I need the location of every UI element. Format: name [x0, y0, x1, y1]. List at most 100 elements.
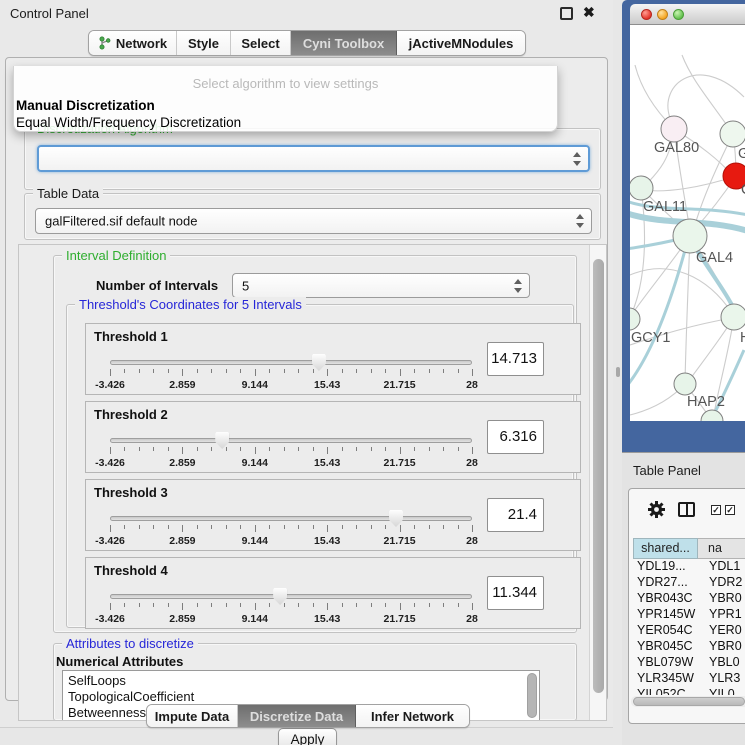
network-node-hap2[interactable]	[674, 373, 696, 395]
slider-thumb[interactable]	[273, 588, 287, 605]
table-row[interactable]: YDL19...YDL1	[633, 559, 745, 575]
popup-item-manual-discretization[interactable]: Manual Discretization	[16, 98, 155, 113]
network-node[interactable]	[721, 304, 745, 330]
combo-stepper-icon	[575, 214, 584, 228]
slider-tick	[472, 447, 473, 454]
slider-tick	[284, 525, 285, 529]
network-node-gal11[interactable]	[630, 176, 653, 200]
mode-tab-impute-data[interactable]: Impute Data	[147, 705, 238, 727]
checkbox-icon[interactable]: ✓	[725, 505, 735, 515]
slider-tick	[269, 525, 270, 529]
table-row[interactable]: YBL079WYBL0	[633, 655, 745, 671]
threshold-slider[interactable]: -3.4262.8599.14415.4321.71528	[110, 352, 472, 392]
checkbox-icon[interactable]: ✓	[711, 505, 721, 515]
tab-style[interactable]: Style	[177, 31, 231, 55]
gear-icon[interactable]	[647, 500, 666, 519]
cyni-toolbox-panel: Discretization Algorithm Table Data galF…	[5, 57, 608, 701]
slider-tick	[197, 525, 198, 529]
table-row[interactable]: YBR045CYBR0	[633, 639, 745, 655]
slider-track[interactable]	[110, 594, 472, 599]
threshold-value-field[interactable]: 11.344	[487, 576, 544, 610]
network-node[interactable]	[720, 121, 745, 147]
minimize-traffic-light-icon[interactable]	[657, 9, 668, 20]
table-row[interactable]: YIL052CYIL0	[633, 687, 745, 695]
slider-scale-label: 28	[466, 379, 478, 391]
table-row[interactable]: YDR27...YDR2	[633, 575, 745, 591]
attribute-item[interactable]: SelfLoops	[63, 673, 539, 689]
tab-select[interactable]: Select	[231, 31, 291, 55]
slider-scale-label: 9.144	[242, 457, 268, 469]
table-row[interactable]: YPR145WYPR1	[633, 607, 745, 623]
list-scrollbar[interactable]	[527, 673, 537, 718]
slider-track[interactable]	[110, 360, 472, 365]
slider-tick	[139, 369, 140, 373]
threshold-slider[interactable]: -3.4262.8599.14415.4321.71528	[110, 586, 472, 626]
network-window-titlebar[interactable]	[630, 4, 745, 25]
apply-button[interactable]: Apply	[278, 728, 337, 745]
table-row[interactable]: YER054CYER0	[633, 623, 745, 639]
slider-tick	[371, 369, 372, 373]
close-traffic-light-icon[interactable]	[641, 9, 652, 20]
tab-cyni-toolbox[interactable]: Cyni Toolbox	[291, 31, 397, 55]
attribute-item[interactable]: TopologicalCoefficient	[63, 689, 539, 705]
slider-tick	[371, 525, 372, 529]
slider-tick	[400, 525, 401, 532]
float-window-icon[interactable]	[560, 7, 573, 20]
tab-jactivemnodules[interactable]: jActiveMNodules	[397, 31, 525, 55]
slider-tick	[284, 447, 285, 451]
tab-network[interactable]: Network	[89, 31, 177, 55]
slider-thumb[interactable]	[312, 354, 326, 371]
node-label-gal11: GAL11	[643, 199, 687, 215]
network-node-gal4[interactable]	[673, 219, 707, 253]
network-node[interactable]	[701, 410, 723, 421]
threshold-1-panel: Threshold 1-3.4262.8599.14415.4321.71528…	[85, 323, 581, 395]
zoom-traffic-light-icon[interactable]	[673, 9, 684, 20]
cell-name: YER0	[698, 623, 745, 639]
settings-scrollbar-thumb[interactable]	[593, 259, 604, 693]
threshold-value-field[interactable]: 21.4	[487, 498, 544, 532]
close-icon[interactable]: ✖	[583, 4, 595, 21]
slider-tick	[356, 603, 357, 607]
threshold-slider[interactable]: -3.4262.8599.14415.4321.71528	[110, 508, 472, 548]
network-canvas[interactable]: GAL80GCGAL11GAL4GCY1HHAP2	[630, 25, 745, 421]
slider-thumb[interactable]	[215, 432, 229, 449]
tab-label: Select	[241, 36, 279, 51]
split-columns-icon[interactable]	[678, 502, 695, 517]
slider-track[interactable]	[110, 438, 472, 443]
network-node[interactable]	[661, 116, 687, 142]
panel-divider-handle-icon[interactable]	[616, 367, 620, 377]
slider-tick	[385, 603, 386, 607]
slider-scale-label: 28	[466, 457, 478, 469]
numerical-attributes-label: Numerical Attributes	[56, 654, 183, 669]
slider-tick	[240, 369, 241, 373]
number-of-intervals-combobox[interactable]: 5	[232, 273, 530, 298]
table-hscrollbar-thumb[interactable]	[633, 697, 745, 706]
slider-thumb[interactable]	[389, 510, 403, 527]
mode-tab-discretize-data[interactable]: Discretize Data	[238, 705, 356, 727]
threshold-value-field[interactable]: 6.316	[487, 420, 544, 454]
slider-tick	[458, 447, 459, 451]
slider-tick	[298, 525, 299, 529]
network-node-gcy1[interactable]	[630, 308, 640, 330]
slider-tick	[385, 447, 386, 451]
threshold-slider[interactable]: -3.4262.8599.14415.4321.71528	[110, 430, 472, 470]
slider-track[interactable]	[110, 516, 472, 521]
algorithm-combobox[interactable]	[37, 145, 590, 172]
table-data-combobox[interactable]: galFiltered.sif default node	[35, 208, 592, 234]
table-row[interactable]: YLR345WYLR3	[633, 671, 745, 687]
table-hscrollbar-track[interactable]	[631, 696, 745, 707]
cell-shared-name: YER054C	[633, 623, 698, 639]
popup-item-equal-width-frequency[interactable]: Equal Width/Frequency Discretization	[16, 115, 241, 130]
table-row[interactable]: YBR043CYBR0	[633, 591, 745, 607]
table-panel-title: Table Panel	[633, 463, 701, 478]
cell-name: YDL1	[698, 559, 745, 575]
mode-tab-infer-network[interactable]: Infer Network	[356, 705, 469, 727]
tab-label: Style	[188, 36, 219, 51]
slider-tick	[385, 369, 386, 373]
column-header-shared-name[interactable]: shared...	[633, 538, 698, 559]
column-header-name[interactable]: na	[698, 538, 745, 559]
threshold-value-field[interactable]: 14.713	[487, 342, 544, 376]
settings-scrollbar-track[interactable]	[589, 245, 606, 720]
table-data-group: Table Data galFiltered.sif default node	[24, 193, 601, 240]
slider-scale-label: 15.43	[314, 379, 340, 391]
